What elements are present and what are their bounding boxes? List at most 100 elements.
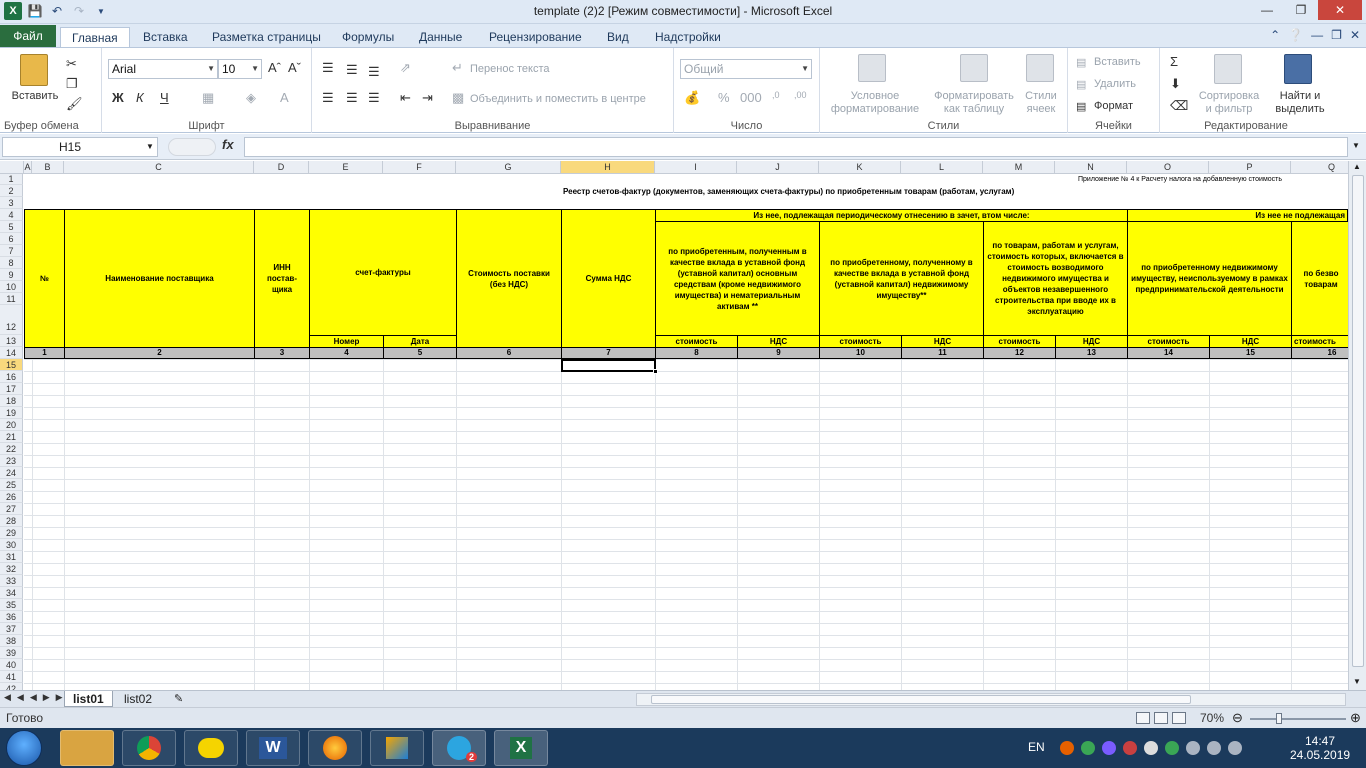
explorer-icon[interactable] [60,730,114,766]
sort-filter-button[interactable]: Сортировка и фильтр [1196,90,1262,116]
increase-indent-icon[interactable]: ⇥ [422,90,433,106]
row-header[interactable]: 37 [0,623,23,635]
vertical-scroll-thumb[interactable] [1352,175,1364,667]
copy-icon[interactable]: ❐ [66,76,78,92]
tab-data[interactable]: Данные [419,27,462,47]
column-header-n[interactable]: N [1055,161,1127,174]
underline-button[interactable]: Ч [160,90,169,105]
horizontal-scroll-thumb[interactable] [651,695,1191,704]
zoom-slider[interactable] [1250,718,1346,720]
row-header[interactable]: 35 [0,599,23,611]
currency-icon[interactable]: 💰 [684,90,700,106]
align-top-icon[interactable]: ☰ [322,60,334,76]
column-header-c[interactable]: C [64,161,254,174]
decrease-decimal-icon[interactable]: ,00 [794,90,807,100]
column-header-l[interactable]: L [901,161,983,174]
row-header[interactable]: 9 [0,269,23,281]
format-cells-button[interactable]: Формат [1094,100,1133,112]
row-header[interactable]: 26 [0,491,23,503]
row-header[interactable]: 3 [0,197,23,209]
row-header[interactable]: 13 [0,335,23,347]
page-break-view-icon[interactable] [1172,712,1186,724]
start-button-icon[interactable] [6,730,42,766]
row-header[interactable]: 42 [0,683,23,690]
language-indicator[interactable]: EN [1028,740,1045,754]
chevron-down-icon[interactable]: ▼ [146,142,154,151]
fill-icon[interactable]: ⬇ [1170,76,1181,92]
name-box[interactable]: H15 [2,137,158,157]
tray-pen-icon[interactable] [1102,741,1116,755]
bold-button[interactable]: Ж [112,90,124,105]
row-header[interactable]: 5 [0,221,23,233]
font-color-icon[interactable]: A [280,90,289,105]
tab-file[interactable]: Файл [0,25,56,47]
row-header[interactable]: 29 [0,527,23,539]
column-header-h[interactable]: H [561,161,655,174]
row-header[interactable]: 7 [0,245,23,257]
cell-styles-button[interactable]: Стили ячеек [1018,90,1064,116]
tray-sync-icon[interactable] [1081,741,1095,755]
sheet-nav-arrows-icon[interactable]: ◀◀◀▶▶ [4,692,69,703]
row-header[interactable]: 39 [0,647,23,659]
row-header[interactable]: 2 [0,185,23,197]
row-header[interactable]: 10 [0,281,23,293]
align-right-icon[interactable]: ☰ [368,90,380,106]
page-layout-view-icon[interactable] [1154,712,1168,724]
close-icon[interactable]: ✕ [1318,0,1362,20]
formula-input[interactable] [244,137,1348,157]
expand-formula-icon[interactable]: ▼ [1352,141,1360,150]
worksheet-grid[interactable]: A B C D E F G H I J K L M N O P Q 1 2 3 … [0,161,1348,690]
delete-cells-button[interactable]: Удалить [1094,78,1136,90]
select-all-corner[interactable] [0,161,24,174]
format-painter-icon[interactable]: 🖌 [66,96,83,112]
doc-close-icon[interactable]: ✕ [1350,28,1360,42]
row-header[interactable]: 8 [0,257,23,269]
row-header[interactable]: 19 [0,407,23,419]
column-header-a[interactable]: A [24,161,32,174]
row-header[interactable]: 34 [0,587,23,599]
cell-styles-icon[interactable] [1026,54,1054,82]
row-header[interactable]: 16 [0,371,23,383]
column-header-i[interactable]: I [655,161,737,174]
firefox-icon[interactable] [308,730,362,766]
sketch-app-icon[interactable] [370,730,424,766]
row-header[interactable]: 32 [0,563,23,575]
align-bottom-icon[interactable]: ☰ [368,64,380,80]
number-format-select[interactable]: Общий ▼ [680,59,812,79]
increase-font-icon[interactable]: Aˆ [268,60,281,75]
horizontal-scrollbar[interactable] [636,693,1346,706]
row-header[interactable]: 18 [0,395,23,407]
borders-icon[interactable]: ▦ [202,90,214,106]
percent-icon[interactable]: % [718,90,730,105]
chrome-icon[interactable] [122,730,176,766]
column-header-q[interactable]: Q [1291,161,1348,174]
selected-cell[interactable] [561,359,656,372]
insert-cells-button[interactable]: Вставить [1094,56,1141,68]
row-header[interactable]: 4 [0,209,23,221]
column-header-g[interactable]: G [456,161,561,174]
scroll-up-icon[interactable]: ▲ [1353,162,1361,171]
batman-icon[interactable] [184,730,238,766]
column-header-f[interactable]: F [383,161,456,174]
tab-formulas[interactable]: Формулы [342,27,394,47]
excel-taskbar-icon[interactable]: X [494,730,548,766]
conditional-formatting-icon[interactable] [858,54,886,82]
row-header[interactable]: 6 [0,233,23,245]
tray-batman-icon[interactable] [1144,741,1158,755]
tray-firefox-icon[interactable] [1060,741,1074,755]
column-header-d[interactable]: D [254,161,309,174]
row-header[interactable]: 1 [0,174,23,185]
format-cells-icon[interactable]: ▤ [1076,100,1086,113]
doc-minimize-icon[interactable]: — [1311,28,1323,42]
row-header[interactable]: 21 [0,431,23,443]
autosum-icon[interactable]: Σ [1170,54,1178,69]
align-left-icon[interactable]: ☰ [322,90,334,106]
collapse-ribbon-icon[interactable]: ⌃ [1270,28,1280,42]
zoom-level[interactable]: 70% [1200,711,1224,725]
row-header[interactable]: 20 [0,419,23,431]
column-header-k[interactable]: K [819,161,901,174]
clear-icon[interactable]: ⌫ [1170,98,1188,114]
row-header[interactable]: 24 [0,467,23,479]
align-center-icon[interactable]: ☰ [346,90,358,106]
conditional-formatting-button[interactable]: Условное форматирование [820,90,930,116]
